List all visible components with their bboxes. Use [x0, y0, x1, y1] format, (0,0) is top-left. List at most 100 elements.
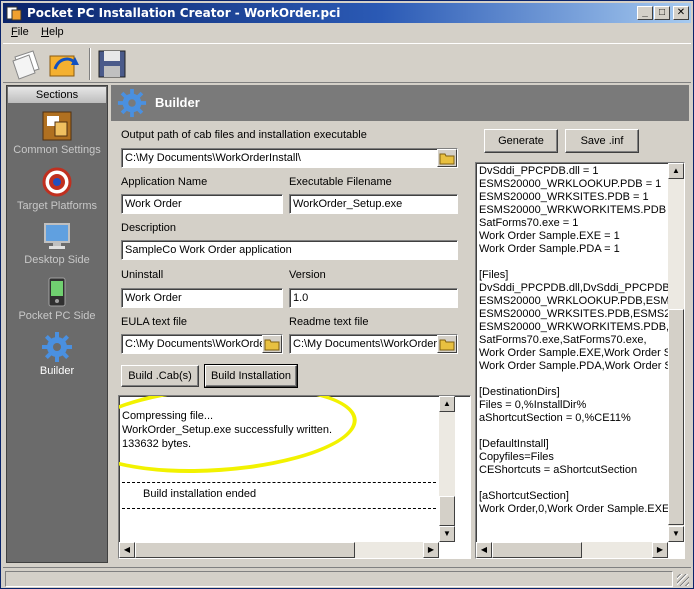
- toolbar: [3, 43, 691, 83]
- output-path-browse-button[interactable]: [437, 149, 457, 167]
- minimize-button[interactable]: _: [637, 6, 653, 20]
- output-path-field[interactable]: C:\My Documents\WorkOrderInstall\: [121, 148, 458, 168]
- app-name-label: Application Name: [121, 176, 208, 188]
- resize-grip[interactable]: [677, 574, 689, 586]
- inf-line: [aShortcutSection]: [479, 490, 569, 502]
- sidebar-item-pocket-pc-side[interactable]: Pocket PC Side: [7, 276, 107, 328]
- sidebar-item-target-platforms[interactable]: Target Platforms: [7, 166, 107, 218]
- exe-filename-field[interactable]: WorkOrder_Setup.exe: [289, 194, 458, 214]
- inf-line: DvSddi_PPCPDB.dll,DvSddi_PPCPDB.dll: [479, 282, 684, 294]
- title-bar[interactable]: Pocket PC Installation Creator - WorkOrd…: [3, 3, 691, 23]
- inf-line: ESMS20000_WRKLOOKUP.PDB = 1: [479, 178, 662, 190]
- sidebar-item-builder[interactable]: Builder: [7, 331, 107, 383]
- eula-field[interactable]: C:\My Documents\WorkOrder: [121, 334, 283, 354]
- inf-line: aShortcutSection = 0,%CE11%: [479, 412, 631, 424]
- scroll-up-button[interactable]: ▲: [668, 163, 684, 179]
- menu-bar: File Help: [3, 24, 691, 42]
- inf-line: Files = 0,%InstallDir%: [479, 399, 587, 411]
- log-divider: [122, 482, 436, 483]
- uninstall-label: Uninstall: [121, 269, 164, 281]
- description-label: Description: [121, 222, 177, 234]
- common-settings-icon: [42, 111, 72, 141]
- folder-icon: [439, 339, 455, 351]
- inf-line: ESMS20000_WRKSITES.PDB,ESMS20000_WRKSITE…: [479, 308, 684, 320]
- generate-button[interactable]: Generate: [484, 129, 558, 153]
- menu-file[interactable]: File: [11, 26, 29, 38]
- readme-browse-button[interactable]: [437, 335, 457, 353]
- sidebar-header: Sections: [8, 87, 106, 103]
- inf-line: Work Order Sample.EXE = 1: [479, 230, 620, 242]
- exe-filename-label: Executable Filename: [289, 176, 392, 188]
- scroll-right-button[interactable]: ▶: [652, 542, 668, 558]
- scroll-left-button[interactable]: ◀: [476, 542, 492, 558]
- inf-line: Work Order Sample.PDA = 1: [479, 243, 620, 255]
- sidebar-item-common-settings[interactable]: Common Settings: [7, 110, 107, 162]
- log-line: WorkOrder_Setup.exe successfully written…: [122, 424, 333, 436]
- builder-header: Builder: [111, 85, 689, 121]
- target-icon: [42, 167, 72, 197]
- log-horizontal-scrollbar[interactable]: ◀ ▶: [119, 542, 439, 558]
- scroll-down-button[interactable]: ▼: [439, 526, 455, 542]
- inf-horizontal-scrollbar[interactable]: ◀ ▶: [476, 542, 668, 558]
- inf-line: Work Order Sample.PDA,Work Order Sample.…: [479, 360, 684, 372]
- inf-line: [Files]: [479, 269, 509, 281]
- maximize-button[interactable]: □: [654, 6, 670, 20]
- version-label: Version: [289, 269, 326, 281]
- output-path-label: Output path of cab files and installatio…: [121, 129, 367, 141]
- inf-vertical-scrollbar[interactable]: ▲ ▼: [668, 163, 684, 542]
- open-icon[interactable]: [47, 47, 81, 81]
- desktop-icon: [44, 223, 70, 249]
- scroll-right-button[interactable]: ▶: [423, 542, 439, 558]
- scroll-thumb[interactable]: [135, 542, 355, 558]
- log-vertical-scrollbar[interactable]: ▲ ▼: [439, 396, 455, 542]
- log-line: Build installation ended: [143, 488, 257, 500]
- app-icon: [6, 6, 22, 21]
- save-inf-button[interactable]: Save .inf: [565, 129, 639, 153]
- status-bar: [3, 567, 691, 587]
- close-button[interactable]: ✕: [673, 6, 689, 20]
- build-cab-button[interactable]: Build .Cab(s): [121, 365, 199, 387]
- save-icon[interactable]: [95, 47, 129, 81]
- uninstall-field[interactable]: Work Order: [121, 288, 283, 308]
- folder-icon: [439, 153, 455, 165]
- app-name-field[interactable]: Work Order: [121, 194, 283, 214]
- build-installation-button[interactable]: Build Installation: [204, 364, 298, 388]
- pocketpc-icon: [48, 277, 66, 307]
- sidebar-item-desktop-side[interactable]: Desktop Side: [7, 220, 107, 272]
- window-title: Pocket PC Installation Creator - WorkOrd…: [27, 6, 341, 20]
- inf-line: SatForms70.exe,SatForms70.exe,: [479, 334, 647, 346]
- scroll-thumb[interactable]: [668, 309, 684, 525]
- gear-icon: [117, 88, 147, 118]
- toolbar-separator: [89, 48, 91, 80]
- log-line: Compressing file...: [122, 410, 214, 422]
- eula-browse-button[interactable]: [262, 335, 282, 353]
- builder-panel: Builder Output path of cab files and ins…: [111, 85, 689, 563]
- readme-field[interactable]: C:\My Documents\WorkOrder: [289, 334, 458, 354]
- sidebar-item-label: Common Settings: [13, 144, 101, 156]
- inf-line: ESMS20000_WRKSITES.PDB = 1: [479, 191, 649, 203]
- builder-title: Builder: [155, 95, 200, 110]
- inf-line: DvSddi_PPCPDB.dll = 1: [479, 165, 599, 177]
- inf-preview[interactable]: DvSddi_PPCPDB.dll = 1 ESMS20000_WRKLOOKUP…: [475, 162, 685, 559]
- inf-line: ESMS20000_WRKLOOKUP.PDB,ESMS20000_WRKLOO…: [479, 295, 684, 307]
- new-icon[interactable]: [9, 47, 43, 81]
- inf-line: SatForms70.exe = 1: [479, 217, 579, 229]
- inf-line: Copyfiles=Files: [479, 451, 554, 463]
- menu-help[interactable]: Help: [41, 26, 64, 38]
- scroll-up-button[interactable]: ▲: [439, 396, 455, 412]
- scroll-left-button[interactable]: ◀: [119, 542, 135, 558]
- description-field[interactable]: SampleCo Work Order application: [121, 240, 458, 260]
- sidebar-item-label: Builder: [39, 365, 75, 377]
- scroll-down-button[interactable]: ▼: [668, 526, 684, 542]
- version-field[interactable]: 1.0: [289, 288, 458, 308]
- readme-label: Readme text file: [289, 316, 369, 328]
- build-log[interactable]: Compressing file... WorkOrder_Setup.exe …: [118, 395, 471, 559]
- inf-line: Work Order Sample.EXE,Work Order Sample.…: [479, 347, 684, 359]
- app-window: Pocket PC Installation Creator - WorkOrd…: [0, 0, 694, 589]
- scroll-thumb[interactable]: [439, 496, 455, 526]
- inf-line: [DefaultInstall]: [479, 438, 549, 450]
- folder-icon: [264, 339, 280, 351]
- inf-line: ESMS20000_WRKWORKITEMS.PDB,ESMS20000_WRK…: [479, 321, 684, 333]
- eula-label: EULA text file: [121, 316, 188, 328]
- scroll-thumb[interactable]: [492, 542, 582, 558]
